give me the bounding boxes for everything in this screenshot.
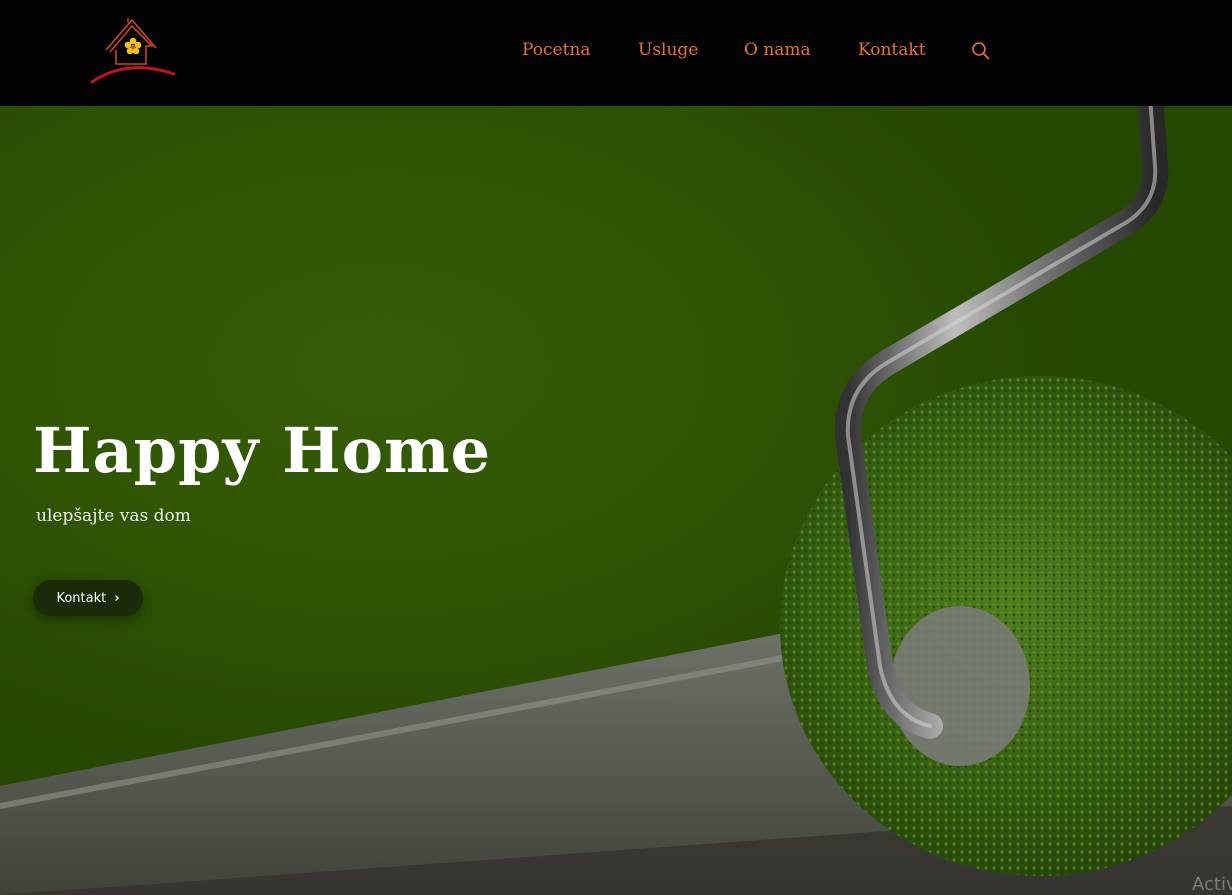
nav-item-usluge[interactable]: Usluge	[638, 40, 698, 60]
nav-item-kontakt[interactable]: Kontakt	[858, 40, 926, 60]
nav-item-pocetna[interactable]: Pocetna	[522, 40, 590, 60]
activation-watermark: Activ	[1192, 874, 1232, 895]
hero-banner: Happy Home ulepšajte vas dom Kontakt › A…	[0, 106, 1232, 895]
nav-item-o-nama[interactable]: O nama	[744, 40, 811, 60]
kontakt-button-label: Kontakt	[56, 590, 107, 606]
chevron-right-icon: ›	[114, 590, 120, 606]
site-header: Pocetna Usluge O nama Kontakt	[0, 0, 1232, 106]
kontakt-button[interactable]: Kontakt ›	[33, 580, 143, 616]
hero-title: Happy Home	[33, 414, 492, 487]
paint-roller-image	[0, 106, 1232, 895]
hero-subtitle: ulepšajte vas dom	[36, 506, 191, 526]
main-nav: Pocetna Usluge O nama Kontakt	[0, 40, 1232, 66]
search-icon[interactable]	[970, 40, 992, 62]
